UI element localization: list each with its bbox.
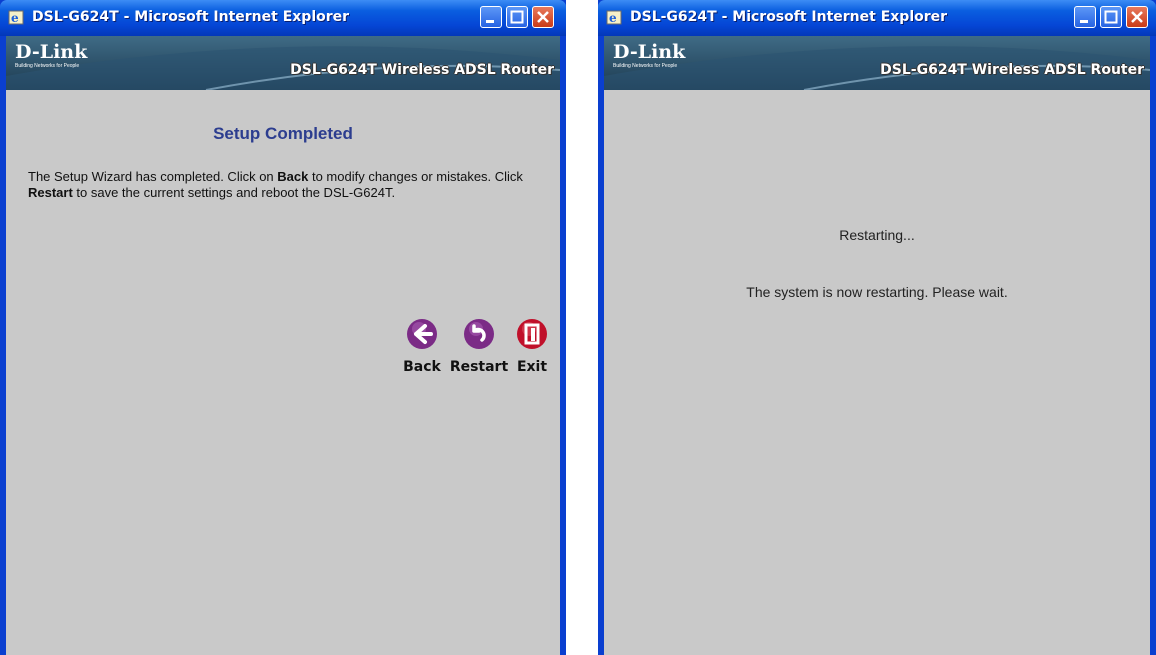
minimize-button[interactable] — [1074, 6, 1096, 28]
window-title: DSL-G624T - Microsoft Internet Explorer — [32, 9, 350, 25]
minimize-icon — [1080, 20, 1088, 23]
router-title: DSL-G624T Wireless ADSL Router — [290, 62, 554, 78]
ie-icon: e — [606, 10, 622, 25]
dlink-banner: D-Link Building Networks for People DSL-… — [6, 36, 560, 90]
exit-label: Exit — [516, 359, 548, 375]
restarting-status: Restarting... — [839, 227, 915, 243]
desc-back-word: Back — [277, 169, 309, 184]
setup-description: The Setup Wizard has completed. Click on… — [28, 169, 548, 201]
maximize-button[interactable] — [1100, 6, 1122, 28]
exit-door-icon — [517, 319, 547, 349]
desc-restart-word: Restart — [28, 185, 73, 200]
svg-text:e: e — [11, 11, 19, 25]
dlink-tagline: Building Networks for People — [15, 63, 80, 69]
desc-text-3: to save the current settings and reboot … — [72, 185, 396, 200]
exit-button[interactable]: Exit — [513, 318, 551, 375]
close-icon — [537, 11, 549, 23]
title-bar[interactable]: e DSL-G624T - Microsoft Internet Explore… — [0, 0, 566, 36]
close-icon — [1131, 11, 1143, 23]
close-button[interactable] — [532, 6, 554, 28]
minimize-button[interactable] — [480, 6, 502, 28]
desc-text-1: The Setup Wizard has completed. Click on — [28, 169, 278, 184]
restart-icon — [464, 319, 494, 349]
close-button[interactable] — [1126, 6, 1148, 28]
browser-window-setup: e DSL-G624T - Microsoft Internet Explore… — [0, 0, 566, 655]
maximize-button[interactable] — [506, 6, 528, 28]
back-arrow-icon — [407, 319, 437, 349]
svg-text:e: e — [609, 11, 617, 25]
window-title: DSL-G624T - Microsoft Internet Explorer — [630, 9, 948, 25]
page-content: D-Link Building Networks for People DSL-… — [6, 36, 560, 655]
page-content: D-Link Building Networks for People DSL-… — [604, 36, 1150, 655]
page-title: Setup Completed — [213, 124, 353, 143]
maximize-icon — [510, 10, 524, 24]
back-button[interactable]: Back — [397, 318, 447, 375]
title-bar[interactable]: e DSL-G624T - Microsoft Internet Explore… — [598, 0, 1156, 36]
minimize-icon — [486, 20, 494, 23]
restart-message: The system is now restarting. Please wai… — [746, 284, 1008, 300]
router-title: DSL-G624T Wireless ADSL Router — [880, 62, 1144, 78]
dlink-logo: D-Link — [613, 41, 686, 63]
restart-label: Restart — [449, 359, 509, 375]
restart-button[interactable]: Restart — [447, 318, 511, 375]
dlink-logo: D-Link — [15, 41, 88, 63]
browser-window-restarting: e DSL-G624T - Microsoft Internet Explore… — [598, 0, 1156, 655]
ie-icon: e — [8, 10, 24, 25]
dlink-banner: D-Link Building Networks for People DSL-… — [604, 36, 1150, 90]
maximize-icon — [1104, 10, 1118, 24]
back-label: Back — [403, 359, 441, 375]
dlink-tagline: Building Networks for People — [613, 63, 678, 69]
desc-text-2: to modify changes or mistakes. Click — [308, 169, 523, 184]
